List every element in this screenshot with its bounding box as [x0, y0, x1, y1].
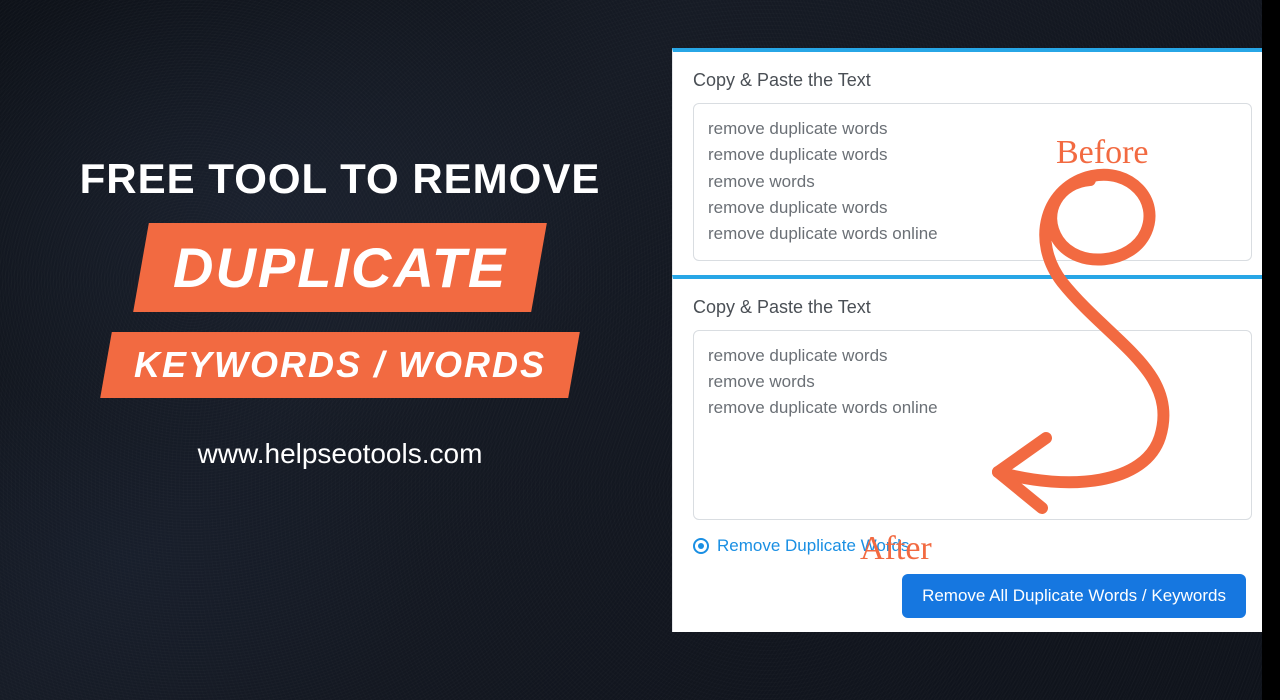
before-panel: Copy & Paste the Text remove duplicate w…	[672, 48, 1272, 275]
hero-tag-duplicate: DUPLICATE	[133, 223, 547, 312]
remove-duplicate-words-radio[interactable]: Remove Duplicate Words	[693, 536, 1252, 556]
hero-headline: Free Tool To Remove	[70, 155, 610, 203]
remove-duplicates-button[interactable]: Remove All Duplicate Words / Keywords	[902, 574, 1246, 618]
hero-tag-keywords: KEYWORDS / WORDS	[100, 332, 580, 398]
after-textarea[interactable]: remove duplicate words remove words remo…	[693, 330, 1252, 520]
before-line: remove duplicate words online	[708, 221, 1237, 247]
site-url: www.helpseotools.com	[70, 438, 610, 470]
right-edge-strip	[1262, 0, 1280, 700]
before-line: remove duplicate words	[708, 195, 1237, 221]
before-line: remove duplicate words	[708, 116, 1237, 142]
after-panel: Copy & Paste the Text remove duplicate w…	[672, 275, 1272, 632]
after-line: remove duplicate words	[708, 343, 1237, 369]
before-textarea[interactable]: remove duplicate words remove duplicate …	[693, 103, 1252, 261]
before-line: remove words	[708, 169, 1237, 195]
tool-panels: Copy & Paste the Text remove duplicate w…	[672, 48, 1272, 632]
after-panel-controls: Remove Duplicate Words Remove All Duplic…	[693, 536, 1252, 618]
after-line: remove duplicate words online	[708, 395, 1237, 421]
hero-block: Free Tool To Remove DUPLICATE KEYWORDS /…	[70, 155, 610, 470]
before-panel-label: Copy & Paste the Text	[693, 70, 1252, 91]
hero-tag-duplicate-text: DUPLICATE	[173, 235, 507, 300]
after-line: remove words	[708, 369, 1237, 395]
after-panel-label: Copy & Paste the Text	[693, 297, 1252, 318]
radio-icon	[693, 538, 709, 554]
radio-label: Remove Duplicate Words	[717, 536, 909, 556]
hero-tag-keywords-text: KEYWORDS / WORDS	[134, 344, 546, 386]
before-line: remove duplicate words	[708, 142, 1237, 168]
